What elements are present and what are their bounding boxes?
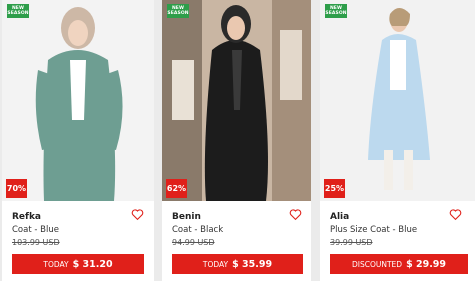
price-button[interactable]: DISCOUNTED $ 29.99 <box>330 254 468 274</box>
price-label: DISCOUNTED <box>351 259 403 269</box>
product-card[interactable]: NEW SEASON 25% Alia Plus Size Coat - Blue… <box>320 0 475 281</box>
product-name[interactable]: Plus Size Coat - Blue <box>330 225 417 235</box>
product-grid: NEW SEASON 70% Refka Coat - Blue 103.99 U… <box>0 0 475 281</box>
old-price: 103.99 USD <box>12 238 60 247</box>
discount-badge: 70% <box>6 179 27 198</box>
old-price: 94.99 USD <box>172 238 215 247</box>
price-button[interactable]: TODAY $ 31.20 <box>12 254 144 274</box>
old-price: 39.99 USD <box>330 238 373 247</box>
product-name[interactable]: Coat - Blue <box>12 225 59 235</box>
product-name[interactable]: Coat - Black <box>172 225 223 235</box>
product-image[interactable] <box>2 0 154 201</box>
heart-outline-icon[interactable] <box>449 208 462 221</box>
new-season-badge: NEW SEASON <box>167 4 189 18</box>
product-image[interactable] <box>320 0 475 201</box>
new-season-badge: NEW SEASON <box>325 4 347 18</box>
discount-badge: 62% <box>166 179 187 198</box>
new-season-badge: NEW SEASON <box>7 4 29 18</box>
price-amount: $ 35.99 <box>232 258 273 270</box>
product-card[interactable]: NEW SEASON 70% Refka Coat - Blue 103.99 U… <box>2 0 154 281</box>
product-brand[interactable]: Benin <box>172 212 201 222</box>
product-card[interactable]: NEW SEASON 62% Benin Coat - Black 94.99 U… <box>162 0 311 281</box>
price-amount: $ 29.99 <box>406 258 447 270</box>
heart-outline-icon[interactable] <box>131 208 144 221</box>
heart-outline-icon[interactable] <box>289 208 302 221</box>
product-brand[interactable]: Refka <box>12 212 41 222</box>
product-brand[interactable]: Alia <box>330 212 349 222</box>
discount-badge: 25% <box>324 179 345 198</box>
product-image[interactable] <box>162 0 311 201</box>
price-label: TODAY <box>43 259 69 269</box>
price-amount: $ 31.20 <box>72 258 113 270</box>
price-button[interactable]: TODAY $ 35.99 <box>172 254 303 274</box>
price-label: TODAY <box>202 259 229 269</box>
